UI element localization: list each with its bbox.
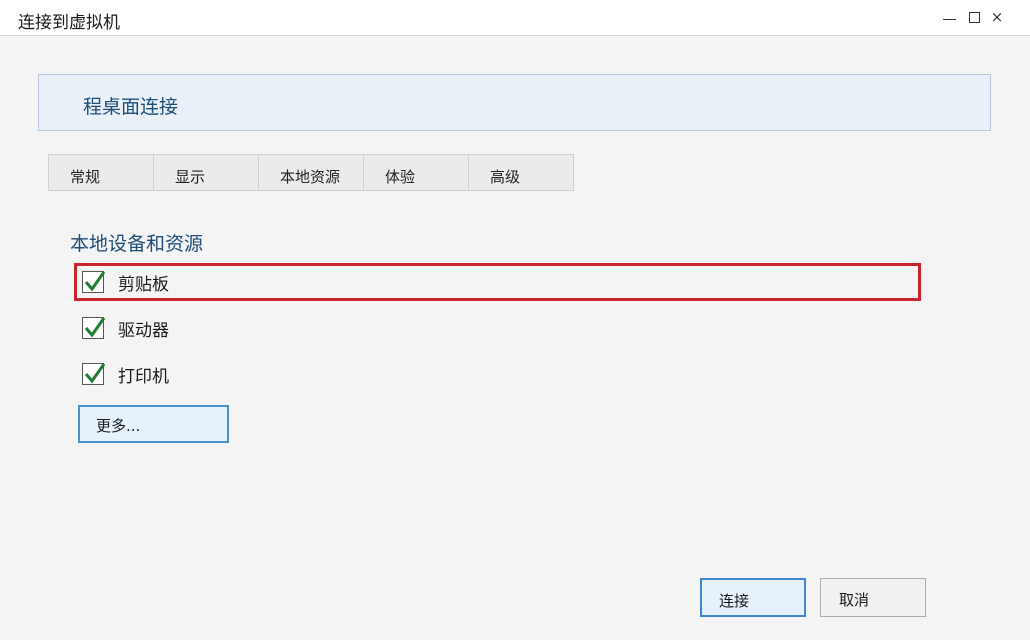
maximize-button[interactable] bbox=[963, 6, 985, 28]
checkmark-icon bbox=[84, 363, 106, 384]
drives-label: 驱动器 bbox=[118, 320, 169, 341]
drives-option[interactable]: 驱动器 bbox=[82, 317, 169, 341]
window-title: 连接到虚拟机 bbox=[18, 13, 120, 33]
tab-general[interactable]: 常规 bbox=[48, 154, 154, 191]
tab-display[interactable]: 显示 bbox=[153, 154, 259, 191]
more-button[interactable]: 更多... bbox=[78, 405, 229, 443]
tab-advanced[interactable]: 高级 bbox=[468, 154, 574, 191]
header-banner: 程桌面连接 bbox=[38, 74, 991, 131]
title-bar: 连接到虚拟机 × bbox=[0, 0, 1030, 36]
printers-label: 打印机 bbox=[118, 366, 169, 387]
connect-button[interactable]: 连接 bbox=[700, 578, 806, 617]
minimize-icon bbox=[942, 18, 956, 20]
tab-experience[interactable]: 体验 bbox=[363, 154, 469, 191]
minimize-button[interactable] bbox=[938, 6, 960, 28]
printers-option[interactable]: 打印机 bbox=[82, 363, 169, 387]
checkmark-icon bbox=[84, 271, 106, 292]
tab-local-resources[interactable]: 本地资源 bbox=[258, 154, 364, 191]
drives-checkbox[interactable] bbox=[82, 317, 106, 339]
clipboard-option[interactable]: 剪贴板 bbox=[82, 271, 169, 295]
checkmark-icon bbox=[84, 317, 106, 338]
close-button[interactable]: × bbox=[986, 6, 1008, 28]
dialog-window: 连接到虚拟机 × 程桌面连接 常规 显示 本地资源 体验 高级 本地设备和资源 … bbox=[0, 0, 1030, 640]
section-title: 本地设备和资源 bbox=[70, 233, 204, 255]
banner-title: 程桌面连接 bbox=[83, 96, 179, 118]
printers-checkbox[interactable] bbox=[82, 363, 106, 385]
maximize-icon bbox=[968, 11, 980, 23]
close-icon: × bbox=[990, 8, 1004, 26]
cancel-button[interactable]: 取消 bbox=[820, 578, 926, 617]
clipboard-checkbox[interactable] bbox=[82, 271, 106, 293]
highlight-box bbox=[74, 263, 921, 301]
tab-bar: 常规 显示 本地资源 体验 高级 bbox=[48, 154, 574, 191]
clipboard-label: 剪贴板 bbox=[118, 274, 169, 295]
